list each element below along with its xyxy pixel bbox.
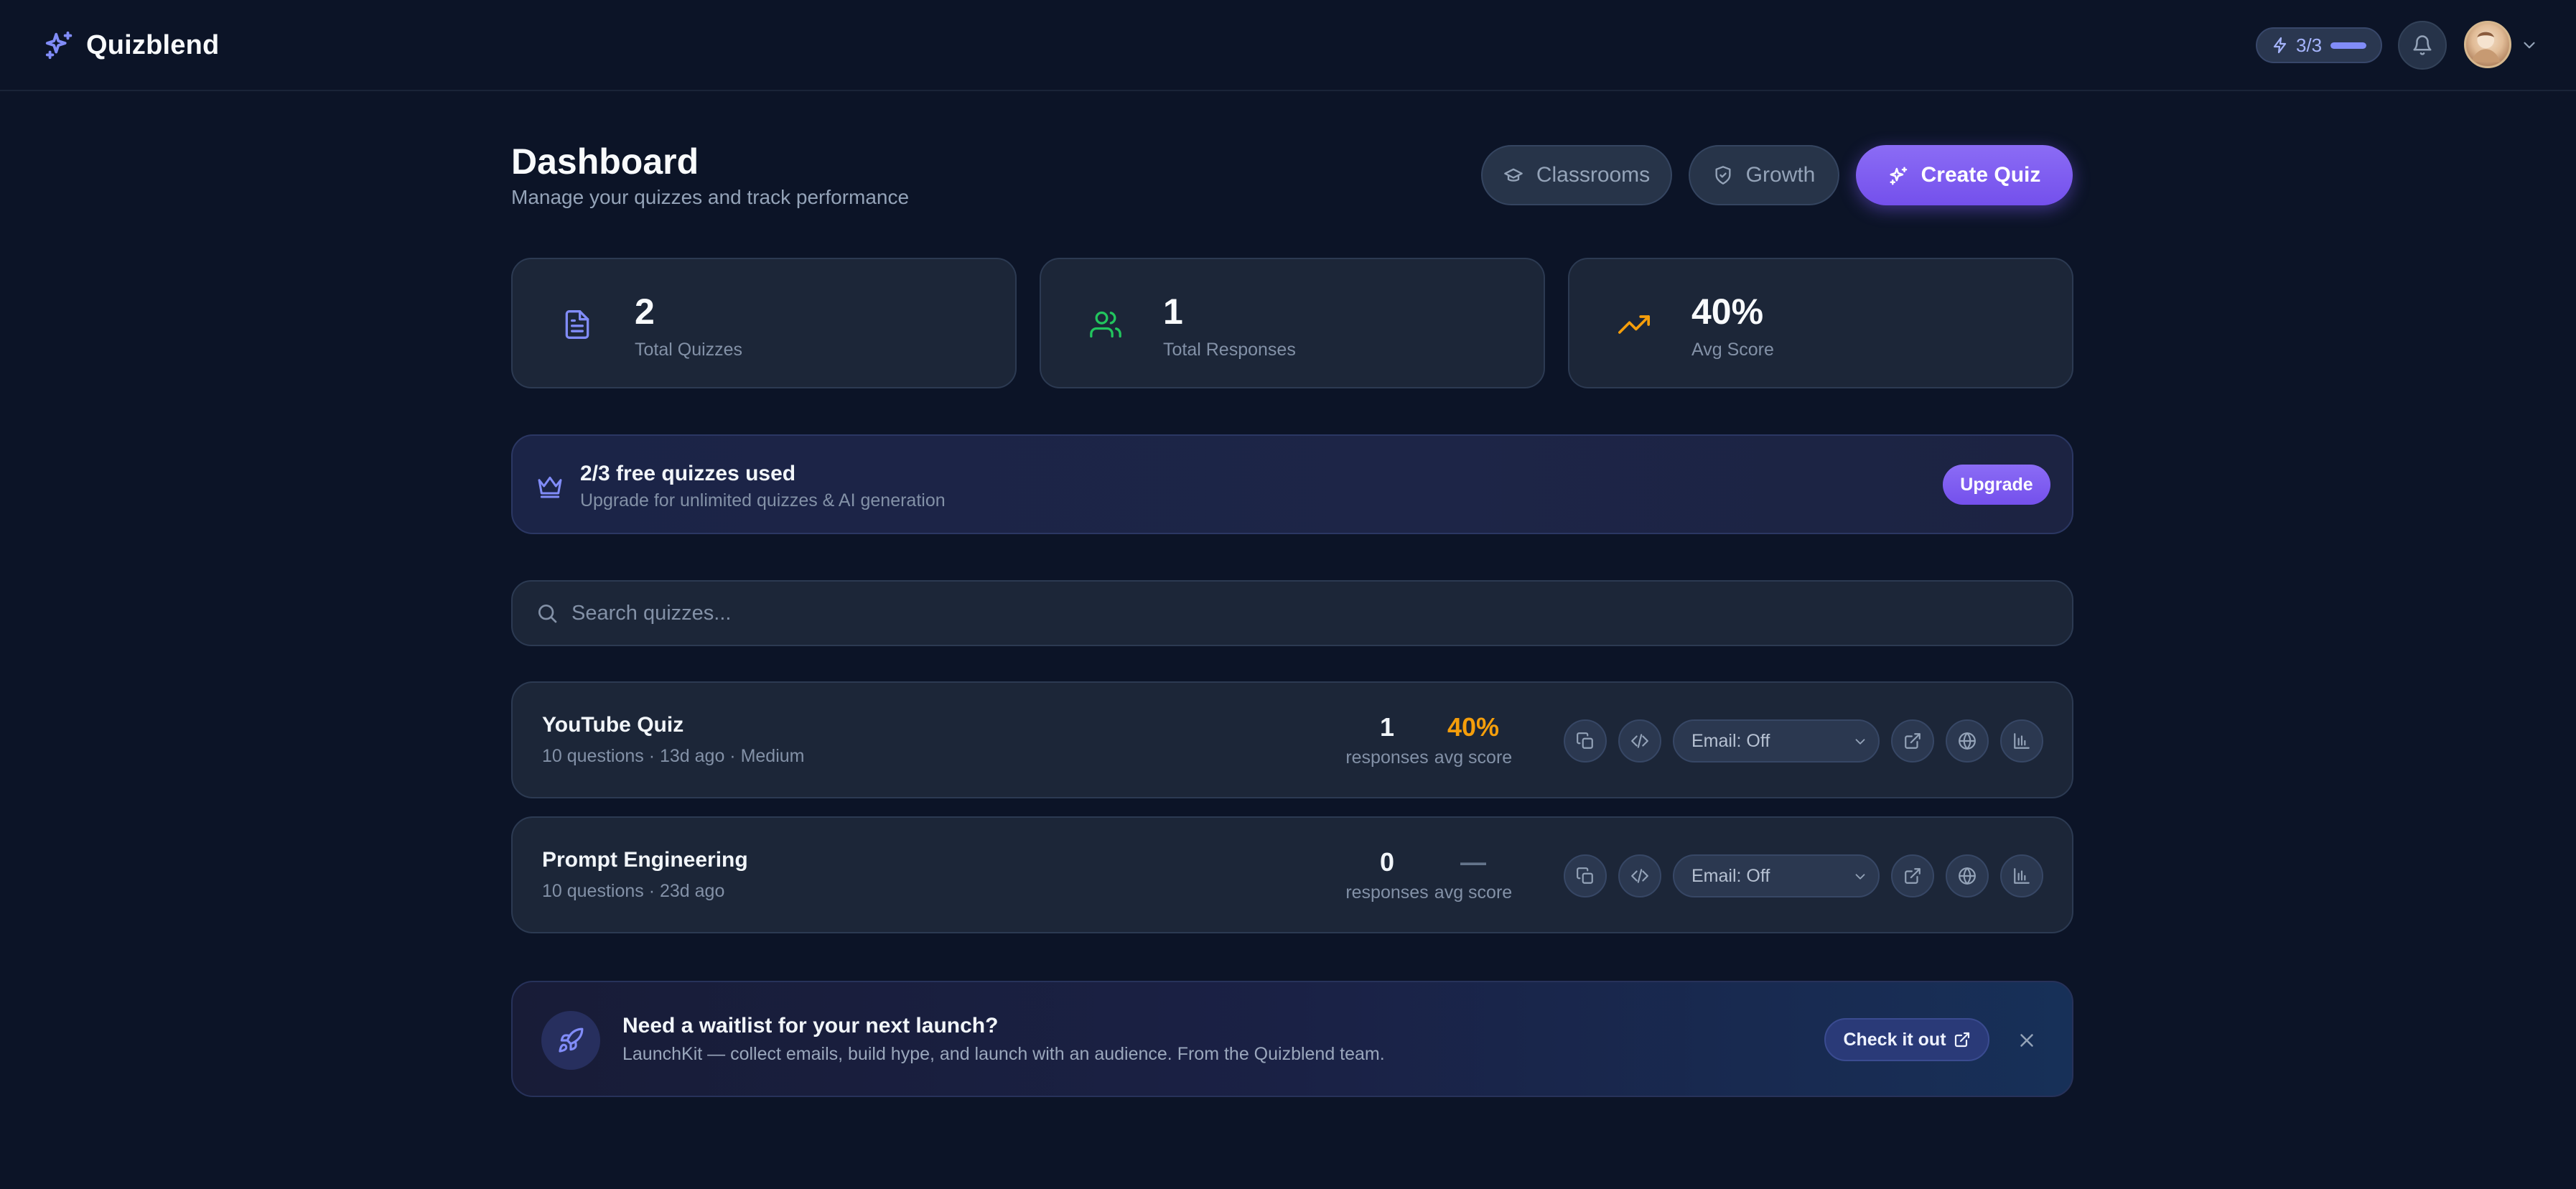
stat-label: Total Quizzes [635,340,743,360]
analytics-button[interactable] [2000,854,2043,897]
quiz-row-youtube-quiz[interactable]: YouTube Quiz 10 questions · 13d ago · Me… [511,681,2073,798]
upgrade-button[interactable]: Upgrade [1943,465,2050,505]
stat-value: 1 [1163,292,1183,332]
stat-label: Total Responses [1163,340,1296,360]
publish-button[interactable] [1946,719,1989,763]
create-quiz-button[interactable]: Create Quiz [1856,145,2073,205]
launchkit-promo-banner: Need a waitlist for your next launch? La… [511,981,2073,1097]
quiz-meta: 10 questions · 13d ago · Medium [542,746,805,766]
stat-card-avg-score: 40% Avg Score [1568,258,2073,388]
embed-button[interactable] [1618,719,1661,763]
stat-value: 2 [635,292,655,332]
avg-score-value: 40% [1447,712,1500,742]
quiz-meta: 10 questions · 23d ago [542,881,725,901]
lightning-icon [2272,37,2289,54]
external-link-icon [1903,732,1922,750]
close-icon[interactable] [2016,1030,2038,1051]
publish-button[interactable] [1946,854,1989,897]
open-quiz-button[interactable] [1891,719,1934,763]
code-icon [1630,732,1649,750]
duplicate-button[interactable] [1564,719,1607,763]
avg-score-metric: — avg score [1416,847,1531,903]
usage-indicator[interactable]: 3/3 [2256,27,2382,63]
copy-icon [1576,732,1595,750]
avg-score-label: avg score [1434,747,1513,768]
open-quiz-button[interactable] [1891,854,1934,897]
duplicate-button[interactable] [1564,854,1607,897]
avg-score-label: avg score [1434,882,1513,903]
sparkles-icon [1888,165,1908,185]
globe-icon [1958,867,1977,885]
external-link-icon [1946,1031,1971,1048]
page-subtitle: Manage your quizzes and track performanc… [511,186,910,208]
file-text-icon [561,309,593,340]
usage-progress-bar [2330,42,2367,49]
avatar[interactable] [2464,21,2511,68]
check-it-out-label: Check it out [1843,1029,1946,1050]
shield-check-icon [1713,165,1733,185]
search-input[interactable] [571,592,2072,635]
quiz-title[interactable]: YouTube Quiz [542,713,683,737]
stat-label: Avg Score [1691,340,1774,360]
upgrade-title: 2/3 free quizzes used [580,462,796,485]
graduation-cap-icon [1503,165,1523,185]
users-icon [1090,309,1121,340]
quiz-title[interactable]: Prompt Engineering [542,848,748,872]
page-title: Dashboard [511,141,699,182]
usage-progress-fill [2330,42,2367,49]
stat-card-total-quizzes: 2 Total Quizzes [511,258,1017,388]
classrooms-button[interactable]: Classrooms [1481,145,1672,205]
check-it-out-button[interactable]: Check it out [1824,1018,1989,1061]
rocket-icon [541,1011,600,1070]
stat-value: 40% [1691,292,1764,332]
email-notification-select[interactable]: Email: Off [1673,719,1880,763]
avg-score-value: — [1460,847,1486,877]
promo-title: Need a waitlist for your next launch? [622,1014,999,1038]
bell-icon [2412,34,2433,56]
bar-chart-icon [2012,867,2031,885]
stat-card-total-responses: 1 Total Responses [1040,258,1545,388]
chevron-down-icon[interactable] [2520,36,2539,55]
external-link-icon [1903,867,1922,885]
email-notification-select[interactable]: Email: Off [1673,854,1880,897]
brand-logo[interactable]: Quizblend [43,26,219,65]
growth-button[interactable]: Growth [1689,145,1839,205]
growth-label: Growth [1745,163,1816,187]
embed-button[interactable] [1618,854,1661,897]
sparkles-icon [43,29,76,62]
chevron-down-icon [1852,734,1868,750]
code-icon [1630,867,1649,885]
chevron-down-icon [1852,869,1868,885]
usage-count: 3/3 [2296,34,2323,56]
trending-up-icon [1618,309,1650,340]
create-quiz-label: Create Quiz [1921,163,2041,187]
crown-icon [536,472,564,500]
notifications-button[interactable] [2398,21,2447,70]
analytics-button[interactable] [2000,719,2043,763]
classrooms-label: Classrooms [1536,163,1651,187]
upgrade-subtitle: Upgrade for unlimited quizzes & AI gener… [580,490,946,510]
bar-chart-icon [2012,732,2031,750]
upgrade-banner: 2/3 free quizzes used Upgrade for unlimi… [511,434,2073,534]
top-bar: Quizblend 3/3 [0,0,2576,91]
copy-icon [1576,867,1595,885]
search-bar [511,580,2073,646]
email-select-value: Email: Off [1691,865,1770,886]
quiz-row-prompt-engineering[interactable]: Prompt Engineering 10 questions · 23d ag… [511,816,2073,933]
app-name: Quizblend [86,29,220,60]
email-select-value: Email: Off [1691,730,1770,751]
search-icon [536,602,559,625]
globe-icon [1958,732,1977,750]
avg-score-metric: 40% avg score [1416,712,1531,768]
promo-subtitle: LaunchKit — collect emails, build hype, … [622,1044,1385,1064]
